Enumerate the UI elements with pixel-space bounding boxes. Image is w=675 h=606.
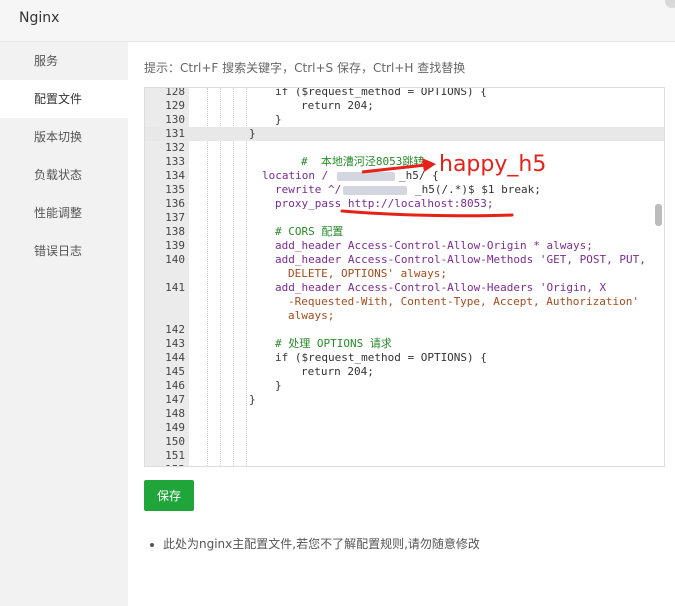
annotation-arrow-icon xyxy=(361,158,436,174)
line-number: 143 xyxy=(165,337,185,350)
sidebar-item-load-status[interactable]: 负载状态 xyxy=(0,156,128,194)
code-text: add_header Access-Control-Allow-Origin *… xyxy=(275,239,593,252)
code-text: } xyxy=(275,113,282,126)
code-line: 129 return 204; xyxy=(145,99,664,113)
bullet-icon xyxy=(150,542,154,547)
code-line-wrap: always; xyxy=(145,309,664,323)
code-line: 130 } xyxy=(145,113,664,127)
line-number: 138 xyxy=(165,225,185,238)
code-text: DELETE, OPTIONS' always; xyxy=(288,267,447,280)
line-number: 139 xyxy=(165,239,185,252)
code-text: rewrite ^/ xyxy=(275,183,342,196)
line-number: 131 xyxy=(165,127,185,140)
sidebar: 服务 配置文件 版本切换 负载状态 性能调整 错误日志 xyxy=(0,42,128,606)
code-text: } xyxy=(249,127,256,140)
code-line: 146 } xyxy=(145,379,664,393)
code-text: } xyxy=(249,393,256,406)
sidebar-item-version-switch[interactable]: 版本切换 xyxy=(0,118,128,156)
code-line: 152 xyxy=(145,463,664,466)
line-number: 144 xyxy=(165,351,185,364)
line-number: 152 xyxy=(145,463,185,466)
line-number: 135 xyxy=(165,183,185,196)
config-warning-note: 此处为nginx主配置文件,若您不了解配置规则,请勿随意修改 xyxy=(150,535,480,552)
code-editor[interactable]: 128 if ($request_method = OPTIONS) { 129… xyxy=(144,87,665,467)
line-number: 149 xyxy=(165,421,185,434)
line-number: 133 xyxy=(165,155,185,168)
code-text: -Requested-With, Content-Type, Accept, A… xyxy=(288,295,639,308)
line-number: 132 xyxy=(165,141,185,154)
code-line: 141 add_header Access-Control-Allow-Head… xyxy=(145,281,664,295)
sidebar-item-error-log[interactable]: 错误日志 xyxy=(0,232,128,270)
line-number: 142 xyxy=(165,323,185,336)
close-icon[interactable] xyxy=(665,0,675,8)
redacted-blur xyxy=(343,186,407,195)
sidebar-item-config-file[interactable]: 配置文件 xyxy=(0,80,128,118)
code-comment: # 处理 OPTIONS 请求 xyxy=(275,337,392,350)
code-line: 143 # 处理 OPTIONS 请求 xyxy=(145,337,664,351)
line-number: 128 xyxy=(165,87,185,98)
code-line: 151 xyxy=(145,449,664,463)
code-line-wrap: -Requested-With, Content-Type, Accept, A… xyxy=(145,295,664,309)
code-text: add_header Access-Control-Allow-Methods … xyxy=(275,253,646,266)
code-line: 145 return 204; xyxy=(145,365,664,379)
code-text: return 204; xyxy=(301,365,374,378)
line-number: 136 xyxy=(165,197,185,210)
code-text: return 204; xyxy=(301,99,374,112)
line-number: 141 xyxy=(165,281,185,294)
code-line: 147 } xyxy=(145,393,664,407)
code-line: 128 if ($request_method = OPTIONS) { xyxy=(145,87,664,99)
line-number: 145 xyxy=(165,365,185,378)
code-text: add_header Access-Control-Allow-Headers … xyxy=(275,281,607,294)
code-line: 149 xyxy=(145,421,664,435)
line-number: 134 xyxy=(165,169,185,182)
code-line: 142 xyxy=(145,323,664,337)
code-line: 139 add_header Access-Control-Allow-Orig… xyxy=(145,239,664,253)
code-text: if ($request_method = OPTIONS) { xyxy=(275,87,487,98)
line-number: 129 xyxy=(165,99,185,112)
code-line-wrap: DELETE, OPTIONS' always; xyxy=(145,267,664,281)
code-line: 138 # CORS 配置 xyxy=(145,225,664,239)
window-titlebar: Nginx xyxy=(0,0,675,42)
line-number: 147 xyxy=(165,393,185,406)
code-line: 150 xyxy=(145,435,664,449)
code-line: 132 xyxy=(145,141,664,155)
line-number: 130 xyxy=(165,113,185,126)
sidebar-item-service[interactable]: 服务 xyxy=(0,42,128,80)
window-title: Nginx xyxy=(19,10,60,26)
code-text: always; xyxy=(288,309,335,322)
code-line: 148 xyxy=(145,407,664,421)
shortcut-hint: 提示：Ctrl+F 搜索关键字，Ctrl+S 保存，Ctrl+H 查找替换 xyxy=(144,61,466,75)
code-text: location / xyxy=(262,169,329,182)
sidebar-item-performance-tuning[interactable]: 性能调整 xyxy=(0,194,128,232)
line-number: 148 xyxy=(165,407,185,420)
code-line: 140 add_header Access-Control-Allow-Meth… xyxy=(145,253,664,267)
code-line: 135 rewrite ^/ _h5(/.*)$ $1 break; xyxy=(145,183,664,197)
code-text: if ($request_method = OPTIONS) { xyxy=(275,351,487,364)
line-number: 140 xyxy=(165,253,185,266)
editor-scrollbar-thumb[interactable] xyxy=(655,204,662,226)
code-text: _h5(/.*)$ $1 break; xyxy=(415,183,541,196)
line-number: 137 xyxy=(165,211,185,224)
config-warning-text: 此处为nginx主配置文件,若您不了解配置规则,请勿随意修改 xyxy=(163,537,480,551)
code-comment: # CORS 配置 xyxy=(275,225,344,238)
line-number: 151 xyxy=(165,449,185,462)
code-line: 144 if ($request_method = OPTIONS) { xyxy=(145,351,664,365)
line-number: 150 xyxy=(165,435,185,448)
code-text: } xyxy=(275,379,282,392)
save-button[interactable]: 保存 xyxy=(144,480,194,511)
annotation-text: happy_h5 xyxy=(439,152,547,177)
annotation-underline xyxy=(340,209,514,218)
code-line-active: 131 } xyxy=(145,127,664,141)
line-number: 146 xyxy=(165,379,185,392)
